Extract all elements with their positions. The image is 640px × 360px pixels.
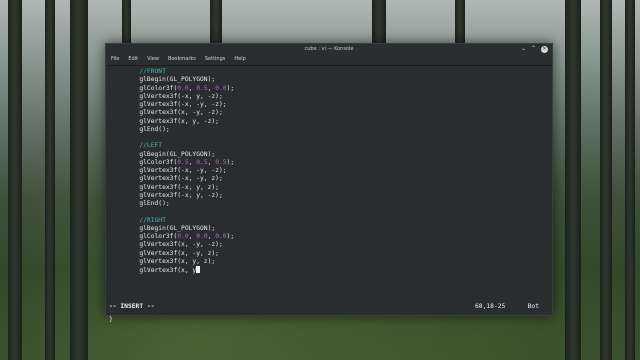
menu-settings[interactable]: Settings: [205, 54, 226, 65]
vim-status-line: -- INSERT -- 68,18-25 Bot: [109, 303, 549, 311]
menu-file[interactable]: File: [111, 54, 119, 65]
title-bar[interactable]: cube : vi — Konsole ⌄ ⌃ ✕: [106, 44, 552, 54]
code-line: glColor3f(0.5, 0.5, 0.5);: [109, 159, 234, 167]
code-text: glColor3f(: [139, 233, 178, 240]
menu-view[interactable]: View: [147, 54, 159, 65]
code-text: glVertex3f(-x, -y, -z);: [139, 167, 227, 174]
code-text: glColor3f(: [139, 158, 178, 166]
text-cursor: [196, 266, 201, 273]
code-text: );: [226, 158, 235, 166]
code-line: glVertex3f(-x, y, z);: [109, 184, 219, 192]
code-text: glVertex3f(x, y, -z);: [139, 117, 219, 125]
code-text: );: [226, 233, 235, 240]
minimize-icon[interactable]: ⌄: [521, 45, 526, 53]
code-line: glVertex3f(x, y, z);: [109, 258, 215, 266]
code-line: glBegin(GL_POLYGON);: [109, 76, 215, 84]
code-text: glColor3f(: [139, 84, 178, 92]
code-text: glVertex3f(-x, -y, z);: [139, 175, 223, 183]
code-line: //RIGHT: [109, 217, 166, 225]
code-text: glVertex3f(x, -y, -z);: [139, 109, 223, 117]
terminal-editor[interactable]: glVertex3f(x, y glVertex3f(x, y, z); glV…: [106, 66, 552, 323]
code-text: );: [226, 84, 235, 92]
code-line: glVertex3f(x, -y, -z);: [109, 241, 223, 249]
code-number: 0.0: [177, 233, 189, 240]
code-line: glVertex3f(-x, y, -z);: [109, 191, 223, 200]
close-icon[interactable]: ✕: [541, 45, 548, 53]
code-line: //FRONT: [109, 68, 166, 76]
code-line: glColor3f(0.0, 0.0, 0.0);: [109, 233, 234, 241]
code-line: glVertex3f(-x, y, -z);: [109, 92, 223, 101]
code-text: glVertex3f(-x, -y, -z);: [139, 101, 227, 108]
code-text: glEnd();: [139, 200, 170, 207]
window-title: cube : vi — Konsole: [304, 46, 354, 52]
code-line: glBegin(GL_POLYGON);: [109, 225, 215, 233]
code-line: glEnd();: [109, 200, 170, 208]
code-line: glEnd();: [109, 125, 170, 134]
code-number: 0.0: [215, 84, 227, 92]
menu-bar: File Edit View Bookmarks Settings Help: [106, 54, 552, 66]
code-line: glVertex3f(x, y: [109, 266, 201, 274]
code-number: 0.5: [215, 158, 227, 166]
code-comment: //RIGHT: [139, 216, 166, 224]
cursor-position: 68,18-25: [475, 303, 506, 310]
code-text: glBegin(GL_POLYGON);: [139, 224, 216, 232]
mode-indicator: -- INSERT --: [109, 303, 155, 310]
code-text: glBegin(GL_POLYGON);: [139, 150, 216, 158]
closing-brace: }: [109, 316, 113, 323]
code-text: glBegin(GL_POLYGON);: [139, 76, 216, 84]
code-line: glColor3f(0.0, 0.5, 0.0);: [109, 85, 234, 93]
code-comment: //LEFT: [139, 142, 163, 150]
code-number: 0.0: [177, 84, 189, 92]
code-text: glVertex3f(x, -y, z);: [139, 249, 219, 257]
konsole-window: cube : vi — Konsole ⌄ ⌃ ✕ File Edit View…: [105, 43, 553, 323]
code-number: 0.5: [177, 158, 189, 166]
code-line: glBegin(GL_POLYGON);: [109, 151, 215, 159]
code-line: glVertex3f(-x, -y, -z);: [109, 101, 227, 109]
code-number: 0.5: [196, 84, 208, 92]
code-text: glVertex3f(x, y, z);: [139, 257, 216, 265]
code-line: glVertex3f(x, -y, -z);: [109, 109, 223, 117]
code-line: glVertex3f(-x, -y, z);: [109, 175, 223, 183]
code-number: 0.0: [196, 233, 208, 240]
maximize-icon[interactable]: ⌃: [531, 45, 536, 53]
code-text: glVertex3f(x, -y, -z);: [139, 241, 223, 249]
menu-bookmarks[interactable]: Bookmarks: [168, 54, 196, 65]
scroll-indicator: Bot: [527, 303, 539, 310]
code-text: glVertex3f(-x, y, -z);: [139, 191, 223, 199]
menu-edit[interactable]: Edit: [128, 54, 138, 65]
menu-help[interactable]: Help: [234, 54, 245, 65]
code-text: glVertex3f(-x, y, -z);: [139, 92, 223, 100]
code-text: glVertex3f(-x, y, z);: [139, 183, 219, 191]
code-line: glVertex3f(x, -y, z);: [109, 250, 219, 258]
code-line: glVertex3f(x, y, -z);: [109, 118, 219, 126]
code-comment: //FRONT: [139, 68, 166, 75]
code-text: glEnd();: [139, 125, 170, 133]
code-line: //LEFT: [109, 142, 162, 150]
code-text: glVertex3f(x, y: [139, 267, 197, 274]
code-number: 0.0: [215, 233, 227, 240]
code-line: glVertex3f(-x, -y, -z);: [109, 167, 227, 175]
code-number: 0.5: [196, 158, 208, 166]
